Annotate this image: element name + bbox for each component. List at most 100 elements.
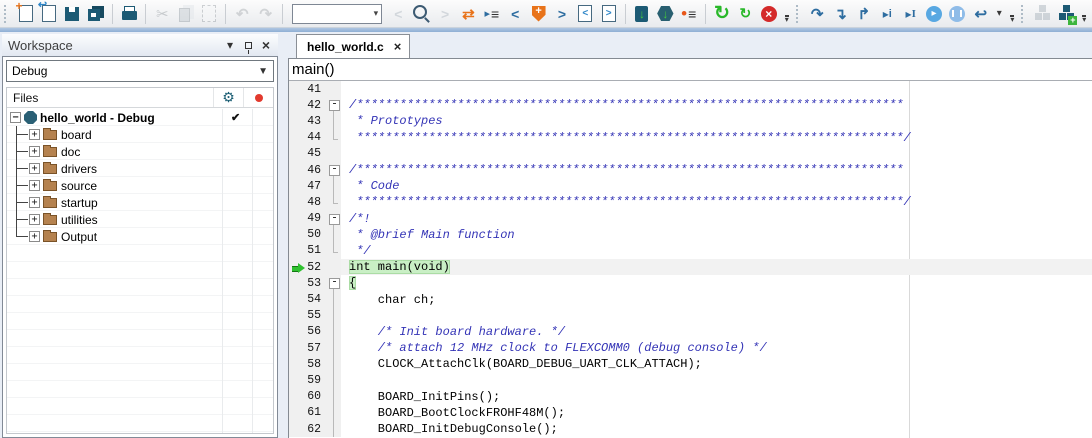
chevron-down-icon[interactable]: ▾ xyxy=(222,37,238,53)
line-number[interactable]: 51 xyxy=(289,243,327,259)
print-button[interactable] xyxy=(118,2,140,26)
toolbar-overflow-button[interactable]: ▾ xyxy=(1078,2,1090,26)
toolbar-overflow-button[interactable]: ▾ xyxy=(781,2,793,26)
line-number[interactable]: 58 xyxy=(289,356,327,372)
expand-icon[interactable]: + xyxy=(29,231,40,242)
next-statement-button[interactable] xyxy=(876,2,898,26)
cut-button[interactable] xyxy=(151,2,173,26)
code-line-56[interactable]: 56 /* Init board hardware. */ xyxy=(289,324,1092,340)
line-number[interactable]: 61 xyxy=(289,405,327,421)
line-number[interactable]: 57 xyxy=(289,340,327,356)
prev-bookmark-button[interactable] xyxy=(504,2,526,26)
tree-item-output[interactable]: +Output xyxy=(7,228,273,245)
code-line-47[interactable]: 47 * Code xyxy=(289,178,1092,194)
fold-toggle-icon[interactable] xyxy=(327,275,341,291)
line-number[interactable]: 47 xyxy=(289,178,327,194)
navigate-back-button[interactable] xyxy=(387,2,409,26)
save-all-button[interactable] xyxy=(85,2,107,26)
tree-item-doc[interactable]: +doc xyxy=(7,143,273,160)
function-context-bar[interactable]: main() xyxy=(289,59,1092,81)
tree-item-board[interactable]: +board xyxy=(7,126,273,143)
next-document-button[interactable] xyxy=(597,2,619,26)
bookmark-list-button[interactable] xyxy=(481,2,503,26)
code-line-62[interactable]: 62 BOARD_InitDebugConsole(); xyxy=(289,421,1092,437)
collapse-icon[interactable]: − xyxy=(10,112,21,123)
fold-toggle-icon[interactable] xyxy=(327,211,341,227)
step-over-button[interactable] xyxy=(806,2,828,26)
undo-button[interactable] xyxy=(231,2,253,26)
close-tab-icon[interactable]: × xyxy=(394,39,402,54)
expand-icon[interactable]: + xyxy=(29,197,40,208)
line-number[interactable]: 59 xyxy=(289,372,327,388)
code-line-51[interactable]: 51 */ xyxy=(289,243,1092,259)
copy-button[interactable] xyxy=(175,2,197,26)
code-line-55[interactable]: 55 xyxy=(289,308,1092,324)
tree-item-startup[interactable]: +startup xyxy=(7,194,273,211)
pin-icon[interactable] xyxy=(240,37,256,53)
expand-icon[interactable]: + xyxy=(29,163,40,174)
breakpoint-list-button[interactable] xyxy=(678,2,700,26)
code-line-49[interactable]: 49/*! xyxy=(289,211,1092,227)
quick-search-button[interactable] xyxy=(410,2,432,26)
tree-item-project[interactable]: −hello_world - Debug✔ xyxy=(7,109,273,126)
expand-icon[interactable]: + xyxy=(29,180,40,191)
code-line-61[interactable]: 61 BOARD_BootClockFROHF48M(); xyxy=(289,405,1092,421)
code-line-42[interactable]: 42/*************************************… xyxy=(289,97,1092,113)
line-number[interactable]: 55 xyxy=(289,308,327,324)
code-line-43[interactable]: 43 * Prototypes xyxy=(289,113,1092,129)
line-number[interactable]: 48 xyxy=(289,194,327,210)
code-line-52[interactable]: 52int main(void) xyxy=(289,259,1092,275)
run-to-cursor-button[interactable] xyxy=(900,2,922,26)
code-line-44[interactable]: 44 *************************************… xyxy=(289,130,1092,146)
close-icon[interactable]: × xyxy=(258,37,274,53)
line-number[interactable]: 43 xyxy=(289,113,327,129)
line-number[interactable]: 46 xyxy=(289,162,327,178)
expand-icon[interactable]: + xyxy=(29,146,40,157)
tree-item-source[interactable]: +source xyxy=(7,177,273,194)
code-line-60[interactable]: 60 BOARD_InitPins(); xyxy=(289,389,1092,405)
tree-item-drivers[interactable]: +drivers xyxy=(7,160,273,177)
debug-options-dropdown[interactable] xyxy=(993,2,1006,26)
code-editor[interactable]: 4142/***********************************… xyxy=(289,81,1092,438)
breakpoints-column-header[interactable] xyxy=(243,88,273,107)
configuration-select[interactable]: Debug ▼ xyxy=(6,60,274,82)
expand-icon[interactable]: + xyxy=(29,129,40,140)
code-line-59[interactable]: 59 xyxy=(289,372,1092,388)
reset-button[interactable] xyxy=(734,2,756,26)
line-number[interactable]: 41 xyxy=(289,81,327,97)
line-number[interactable]: 53 xyxy=(289,275,327,291)
toolbar-search-combobox[interactable]: ▾ xyxy=(292,4,382,24)
code-line-50[interactable]: 50 * @brief Main function xyxy=(289,227,1092,243)
line-number[interactable]: 44 xyxy=(289,130,327,146)
options-column-header[interactable]: ⚙ xyxy=(213,88,243,107)
line-number[interactable]: 45 xyxy=(289,146,327,162)
toolbar-overflow-button[interactable]: ▾ xyxy=(1007,2,1019,26)
toggle-bookmark-button[interactable] xyxy=(457,2,479,26)
run-to-return-button[interactable] xyxy=(970,2,992,26)
prev-document-button[interactable] xyxy=(574,2,596,26)
paste-button[interactable] xyxy=(198,2,220,26)
code-line-45[interactable]: 45 xyxy=(289,146,1092,162)
line-number[interactable]: 56 xyxy=(289,324,327,340)
code-line-46[interactable]: 46/*************************************… xyxy=(289,162,1092,178)
redo-button[interactable] xyxy=(255,2,277,26)
code-line-48[interactable]: 48 *************************************… xyxy=(289,194,1092,210)
workspace-panel-titlebar[interactable]: Workspace ▾ × xyxy=(2,34,278,56)
save-button[interactable] xyxy=(61,2,83,26)
download-button[interactable] xyxy=(631,2,653,26)
go-button[interactable] xyxy=(923,2,945,26)
step-out-button[interactable] xyxy=(853,2,875,26)
code-line-53[interactable]: 53{ xyxy=(289,275,1092,291)
line-number[interactable]: 50 xyxy=(289,227,327,243)
line-number[interactable]: 60 xyxy=(289,389,327,405)
line-number[interactable]: 62 xyxy=(289,421,327,437)
add-bookmark-button[interactable] xyxy=(527,2,549,26)
new-document-button[interactable] xyxy=(14,2,36,26)
fold-toggle-icon[interactable] xyxy=(327,162,341,178)
code-line-54[interactable]: 54 char ch; xyxy=(289,291,1092,307)
restart-debugger-button[interactable] xyxy=(711,2,733,26)
break-button[interactable] xyxy=(946,2,968,26)
fold-toggle-icon[interactable] xyxy=(327,97,341,113)
stack-view-add-button[interactable] xyxy=(1055,2,1077,26)
line-number[interactable]: 52 xyxy=(289,259,327,275)
